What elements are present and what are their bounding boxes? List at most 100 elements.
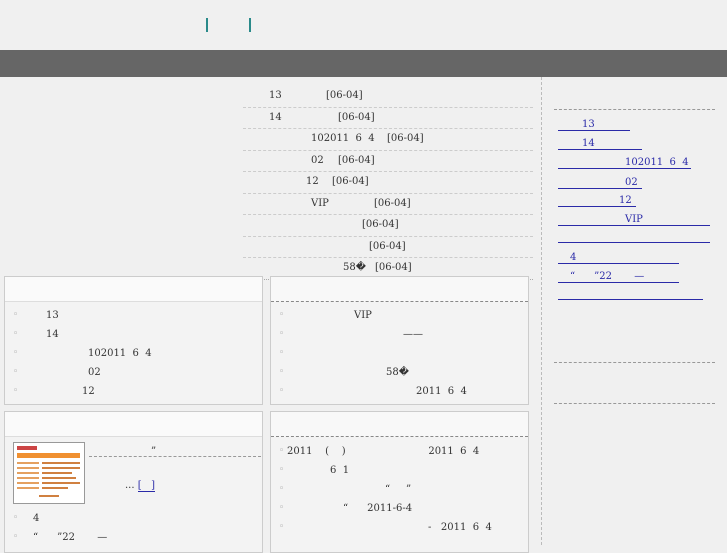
sidebar-link[interactable]: 13 — [558, 119, 630, 131]
list-item-label[interactable]: 2011 ( ) 2011 6 4 — [287, 446, 479, 457]
bullet-icon: ◦ — [279, 386, 285, 396]
news-title[interactable]: VIP — [311, 198, 329, 209]
bullet-icon: ◦ — [279, 522, 285, 532]
list-item-label[interactable]: “ ”22 — — [33, 532, 107, 543]
bullet-icon: ◦ — [13, 348, 19, 358]
sidebar-link[interactable]: 12 — [558, 195, 636, 207]
header-divider — [249, 18, 251, 32]
bullet-icon: ◦ — [279, 465, 285, 475]
sidebar-divider — [554, 109, 715, 110]
bullet-icon: ◦ — [279, 503, 285, 513]
sidebar-link[interactable]: 14 — [558, 138, 642, 150]
list-item-label[interactable]: “ ” — [385, 484, 411, 495]
news-title[interactable]: 12 — [306, 176, 319, 187]
list-item[interactable]: ◦ 02 — [5, 364, 262, 383]
main-navigation-bar[interactable] — [0, 50, 727, 77]
article-thumbnail-image[interactable] — [13, 442, 85, 504]
news-list: 13 [06-04] 14 [06-04] 102011 6 4 [06-04] 02… — [243, 86, 533, 279]
box-header — [5, 412, 262, 437]
list-item[interactable]: ◦ “ 2011-6-4 — [271, 500, 528, 519]
news-item[interactable]: 102011 6 4 [06-04] — [243, 129, 533, 151]
article-box-4: ◦ 2011 ( ) 2011 6 4 ◦ 6 1 ◦ “ ” ◦ “ 2011-6-4… — [270, 411, 529, 553]
list-item[interactable]: ◦ 14 — [5, 326, 262, 345]
news-date: [06-04] — [338, 111, 375, 123]
list-item-label[interactable]: 2011 6 4 — [416, 386, 467, 397]
list-item[interactable]: ◦ 12 — [5, 383, 262, 402]
list-item[interactable]: ◦ - 2011 6 4 — [271, 519, 528, 538]
list-item-label[interactable]: 6 1 — [330, 465, 349, 476]
list-item[interactable]: ◦ 2011 6 4 — [271, 383, 528, 402]
news-date: [06-04] — [374, 197, 411, 209]
bullet-icon: ◦ — [13, 386, 19, 396]
list-item[interactable]: ◦ 13 — [5, 307, 262, 326]
sidebar-divider — [554, 362, 715, 363]
news-item[interactable]: 13 [06-04] — [243, 86, 533, 108]
news-item[interactable]: [06-04] — [243, 215, 533, 237]
list-item-label[interactable]: “ 2011-6-4 — [343, 503, 412, 514]
article-list: ◦ 2011 ( ) 2011 6 4 ◦ 6 1 ◦ “ ” ◦ “ 2011-6-4… — [271, 443, 528, 538]
sidebar-link[interactable]: 4 — [558, 252, 679, 264]
list-item-label[interactable]: 4 — [33, 513, 39, 524]
news-item[interactable]: 12 [06-04] — [243, 172, 533, 194]
sidebar-link[interactable]: 02 — [558, 177, 642, 189]
list-item-label[interactable]: 12 — [82, 386, 95, 397]
sidebar-link[interactable] — [558, 290, 703, 300]
box-header — [271, 277, 528, 302]
news-date: [06-04] — [387, 133, 424, 144]
article-list: ◦ 13 ◦ 14 ◦ 102011 6 4 ◦ 02 ◦ 12 — [5, 307, 262, 402]
list-item[interactable]: ◦ —— — [271, 326, 528, 345]
bullet-icon: ◦ — [13, 367, 19, 377]
sidebar-link[interactable]: 102011 6 4 — [558, 157, 691, 169]
article-box-1: ◦ 13 ◦ 14 ◦ 102011 6 4 ◦ 02 ◦ 12 — [4, 276, 263, 405]
news-title[interactable]: 102011 6 4 — [311, 133, 375, 144]
news-item[interactable]: 02 [06-04] — [243, 151, 533, 172]
sidebar-link[interactable] — [558, 233, 710, 243]
list-item-label[interactable]: 02 — [88, 367, 101, 378]
divider — [89, 456, 261, 457]
list-item[interactable]: ◦ — [271, 345, 528, 364]
sidebar-link[interactable]: VIP — [558, 214, 710, 226]
article-box-3: ” ... [ ] ◦ 4 ◦ “ ”22 — — [4, 411, 263, 553]
news-title[interactable]: 13 — [269, 90, 282, 101]
list-item-label[interactable]: 13 — [46, 310, 59, 321]
list-item[interactable]: ◦ 6 1 — [271, 462, 528, 481]
list-item[interactable]: ◦ 2011 ( ) 2011 6 4 — [271, 443, 528, 462]
list-item-label[interactable]: —— — [403, 329, 423, 340]
list-item-label[interactable]: 14 — [46, 329, 59, 340]
list-item[interactable]: ◦ “ ”22 — — [5, 529, 262, 548]
news-item[interactable]: [06-04] — [243, 237, 533, 258]
article-list: ◦ 4 ◦ “ ”22 — — [5, 510, 262, 548]
bullet-icon: ◦ — [13, 310, 19, 320]
bullet-icon: ◦ — [279, 484, 285, 494]
list-item[interactable]: ◦ 4 — [5, 510, 262, 529]
bullet-icon: ◦ — [13, 513, 19, 523]
news-title[interactable]: 14 — [269, 112, 282, 123]
news-item[interactable]: VIP [06-04] — [243, 194, 533, 215]
news-title[interactable]: 02 — [311, 155, 324, 166]
box-header — [5, 277, 262, 302]
article-list: ◦ VIP ◦ —— ◦ ◦ 58� ◦ 2011 6 4 — [271, 307, 528, 402]
list-item-label[interactable]: 58� — [386, 367, 409, 378]
list-item[interactable]: ◦ 102011 6 4 — [5, 345, 262, 364]
news-item[interactable]: 14 [06-04] — [243, 108, 533, 129]
more-link[interactable]: [ ] — [137, 480, 156, 492]
list-item[interactable]: ◦ VIP — [271, 307, 528, 326]
list-item-label[interactable]: 102011 6 4 — [88, 348, 152, 359]
news-date: [06-04] — [375, 262, 412, 273]
news-date: [06-04] — [332, 176, 369, 187]
list-item[interactable]: ◦ “ ” — [271, 481, 528, 500]
news-date: [06-04] — [369, 240, 406, 252]
bullet-icon: ◦ — [279, 310, 285, 320]
list-item-label[interactable]: - 2011 6 4 — [428, 522, 492, 533]
list-item[interactable]: ◦ 58� — [271, 364, 528, 383]
ellipsis-text: ... — [125, 480, 135, 491]
list-item-label[interactable]: VIP — [354, 310, 372, 321]
article-box-2: ◦ VIP ◦ —— ◦ ◦ 58� ◦ 2011 6 4 — [270, 276, 529, 405]
sidebar-divider — [554, 403, 715, 404]
bullet-icon: ◦ — [279, 367, 285, 377]
sidebar-link[interactable]: “ ”22 — — [558, 271, 679, 283]
featured-more: ... [ ] — [125, 480, 156, 492]
bullet-icon: ◦ — [279, 329, 285, 339]
news-title[interactable]: 58� — [343, 262, 366, 273]
bullet-icon: ◦ — [13, 532, 19, 542]
